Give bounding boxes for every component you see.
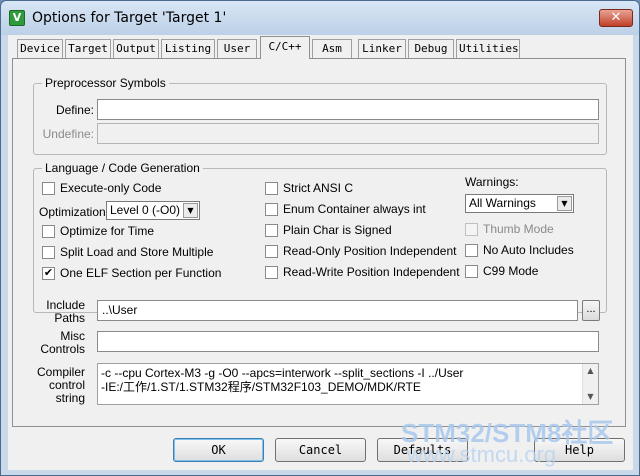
- compiler-scrollbar[interactable]: ▲ ▼: [582, 364, 598, 404]
- watermark-url: www.stmcu.org: [407, 442, 557, 467]
- close-button[interactable]: ✕: [599, 9, 633, 27]
- tab-linker[interactable]: Linker: [358, 39, 406, 58]
- define-input[interactable]: [97, 99, 599, 120]
- include-paths-browse-button[interactable]: ...: [582, 300, 600, 321]
- c-cpp-tab-page: Preprocessor Symbols Define: Undefine: L…: [12, 58, 626, 427]
- tab-utilities[interactable]: Utilities: [456, 39, 520, 58]
- tab-user[interactable]: User: [217, 39, 257, 58]
- tab-asm[interactable]: Asm: [312, 39, 352, 58]
- cancel-button[interactable]: Cancel: [275, 438, 366, 462]
- one-elf-checkbox[interactable]: ✔: [42, 267, 55, 280]
- strict-ansi-checkbox[interactable]: [265, 182, 278, 195]
- checkmark-icon: ✔: [43, 267, 54, 279]
- execute-only-label: Execute-only Code: [60, 181, 162, 195]
- undefine-input[interactable]: [97, 123, 599, 144]
- compiler-line-1: -c --cpu Cortex-M3 -g -O0 --apcs=interwo…: [101, 366, 464, 380]
- plain-char-label: Plain Char is Signed: [283, 223, 392, 237]
- compiler-control-string[interactable]: -c --cpu Cortex-M3 -g -O0 --apcs=interwo…: [97, 363, 599, 405]
- plain-char-checkbox[interactable]: [265, 224, 278, 237]
- optimization-label: Optimization:: [39, 205, 110, 219]
- optimization-select[interactable]: Level 0 (-O0) ▼: [106, 201, 200, 220]
- options-dialog: V Options for Target 'Target 1' ✕ Device…: [0, 0, 640, 476]
- strict-ansi-label: Strict ANSI C: [283, 181, 354, 195]
- optimization-value: Level 0 (-O0): [110, 203, 181, 217]
- compiler-line-2: -IE:/工作/1.ST/1.STM32程序/STM32F103_DEMO/MD…: [101, 380, 421, 394]
- misc-label-line2: Controls: [40, 342, 85, 356]
- optimize-time-checkbox[interactable]: [42, 225, 55, 238]
- tab-device[interactable]: Device: [17, 39, 63, 58]
- rw-pi-checkbox[interactable]: [265, 266, 278, 279]
- chevron-down-icon[interactable]: ▼: [183, 203, 198, 218]
- keil-app-icon: V: [9, 10, 25, 26]
- include-label-line1: Include: [46, 298, 85, 312]
- compiler-label-line2: control: [48, 378, 85, 392]
- no-auto-includes-checkbox[interactable]: [465, 244, 478, 257]
- include-label-line2: Paths: [54, 311, 85, 325]
- warnings-value: All Warnings: [469, 196, 536, 210]
- split-load-checkbox[interactable]: [42, 246, 55, 259]
- ro-pi-checkbox[interactable]: [265, 245, 278, 258]
- language-group-title: Language / Code Generation: [42, 161, 203, 175]
- preprocessor-group-title: Preprocessor Symbols: [42, 76, 169, 90]
- compiler-label-line3: string: [55, 391, 85, 405]
- dialog-client: Device Target Output Listing User C/C++ …: [8, 35, 633, 470]
- rw-pi-label: Read-Write Position Independent: [283, 265, 460, 279]
- optimize-time-label: Optimize for Time: [60, 224, 155, 238]
- c99-mode-label: C99 Mode: [483, 264, 539, 278]
- chevron-down-icon[interactable]: ▼: [557, 196, 572, 211]
- no-auto-includes-label: No Auto Includes: [483, 243, 574, 257]
- scroll-down-icon[interactable]: ▼: [583, 390, 598, 404]
- warnings-label: Warnings:: [465, 175, 519, 189]
- compiler-control-label: Compiler control string: [29, 366, 85, 405]
- thumb-mode-checkbox[interactable]: [465, 223, 478, 236]
- scroll-up-icon[interactable]: ▲: [583, 364, 598, 378]
- compiler-label-line1: Compiler: [36, 365, 85, 379]
- ro-pi-label: Read-Only Position Independent: [283, 244, 457, 258]
- execute-only-checkbox[interactable]: [42, 182, 55, 195]
- include-paths-input[interactable]: ..\User: [97, 300, 578, 321]
- undefine-label: Undefine:: [42, 127, 94, 141]
- enum-container-label: Enum Container always int: [283, 202, 426, 216]
- define-label: Define:: [55, 103, 94, 117]
- warnings-select[interactable]: All Warnings ▼: [465, 194, 574, 213]
- split-load-label: Split Load and Store Multiple: [60, 245, 214, 259]
- tab-listing[interactable]: Listing: [161, 39, 215, 58]
- tab-target[interactable]: Target: [65, 39, 111, 58]
- thumb-mode-label: Thumb Mode: [483, 222, 554, 236]
- misc-label-line1: Misc: [60, 329, 85, 343]
- misc-controls-label: Misc Controls: [29, 330, 85, 356]
- tab-output[interactable]: Output: [113, 39, 159, 58]
- tab-c-cpp[interactable]: C/C++: [260, 36, 310, 59]
- c99-mode-checkbox[interactable]: [465, 265, 478, 278]
- ok-button[interactable]: OK: [173, 438, 264, 462]
- include-paths-label: Include Paths: [35, 299, 85, 325]
- misc-controls-input[interactable]: [97, 331, 599, 352]
- enum-container-checkbox[interactable]: [265, 203, 278, 216]
- one-elf-label: One ELF Section per Function: [60, 266, 222, 280]
- window-title: Options for Target 'Target 1': [32, 10, 227, 26]
- title-bar[interactable]: V Options for Target 'Target 1' ✕: [1, 1, 639, 35]
- tab-debug[interactable]: Debug: [408, 39, 454, 58]
